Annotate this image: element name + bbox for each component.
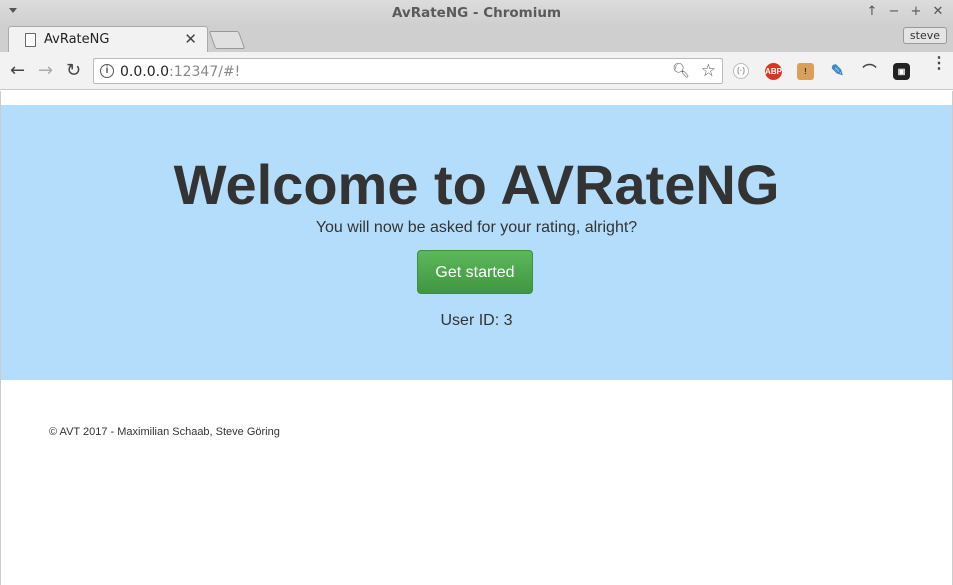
lead-text: You will now be asked for your rating, a… xyxy=(315,219,638,236)
tab-avrateng[interactable]: AvRateNG ✕ xyxy=(8,26,208,53)
jumbotron: Welcome to AVRateNG You will now be aske… xyxy=(1,105,952,380)
footer-text: © AVT 2017 - Maximilian Schaab, Steve Gö… xyxy=(49,426,280,438)
url-host: 0.0.0.0 xyxy=(120,64,169,80)
window-close-button[interactable]: ✕ xyxy=(931,4,945,20)
extension-bird-icon[interactable]: ⌒ xyxy=(861,63,878,80)
reload-icon[interactable]: ↻ xyxy=(66,60,81,81)
page-viewport: Welcome to AVRateNG You will now be aske… xyxy=(0,91,953,585)
window-title: AvRateNG - Chromium xyxy=(391,5,562,21)
address-bar[interactable]: i 0.0.0.0:12347/#! 🔍︎ ☆ xyxy=(93,58,723,84)
back-icon[interactable]: ← xyxy=(10,60,25,81)
star-icon[interactable]: ☆ xyxy=(701,61,716,81)
page-icon xyxy=(25,33,36,47)
window-minimize-button[interactable]: − xyxy=(887,4,901,20)
menu-icon[interactable]: ⋮ xyxy=(931,56,947,72)
get-started-button[interactable]: Get started xyxy=(417,250,533,294)
window-controls: ↑ − + ✕ xyxy=(865,4,945,20)
user-id-text: User ID: 3 xyxy=(440,312,513,329)
extension-feather-icon[interactable]: ✎ xyxy=(829,63,846,80)
window-maximize-button[interactable]: + xyxy=(909,4,923,20)
forward-icon[interactable]: → xyxy=(38,60,53,81)
extension-box-icon[interactable]: ! xyxy=(797,63,814,80)
profile-button[interactable]: steve xyxy=(902,27,947,44)
adblock-plus-icon[interactable]: ABP xyxy=(765,63,782,80)
tab-strip: AvRateNG ✕ steve xyxy=(0,26,953,53)
tab-label: AvRateNG xyxy=(44,32,110,47)
page-title: Welcome to AVRateNG xyxy=(173,153,780,216)
extension-circle-icon[interactable]: (·) xyxy=(733,63,749,79)
extension-dark-icon[interactable]: ▣ xyxy=(893,63,910,80)
browser-toolbar: ← → ↻ i 0.0.0.0:12347/#! 🔍︎ ☆ (·) ABP ! … xyxy=(0,52,953,90)
url-text: 0.0.0.0:12347/#! xyxy=(120,64,240,80)
tab-close-icon[interactable]: ✕ xyxy=(184,30,197,48)
zoom-icon[interactable]: 🔍︎ xyxy=(672,62,690,79)
new-tab-button[interactable] xyxy=(208,31,246,49)
info-icon[interactable]: i xyxy=(100,64,114,78)
window-shade-button[interactable]: ↑ xyxy=(865,4,879,20)
url-path: :12347/#! xyxy=(168,64,241,80)
window-titlebar: AvRateNG - Chromium ↑ − + ✕ xyxy=(0,0,953,26)
